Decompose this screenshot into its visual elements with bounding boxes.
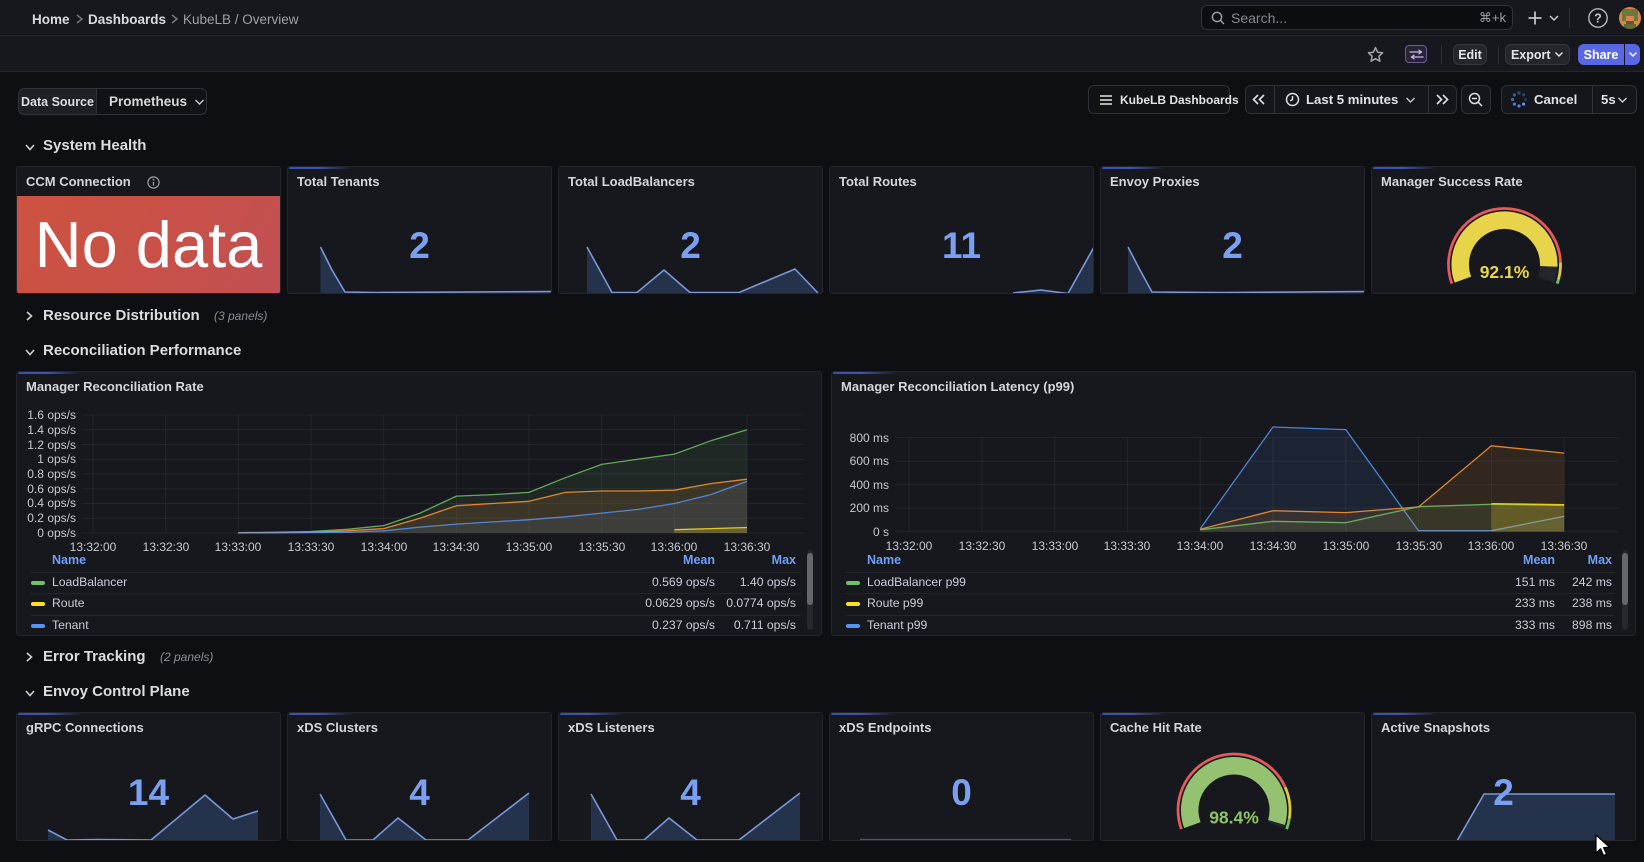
svg-text:98.4%: 98.4% <box>1209 808 1259 828</box>
svg-text:?: ? <box>1594 12 1602 26</box>
svg-text:92.1%: 92.1% <box>1480 262 1530 282</box>
